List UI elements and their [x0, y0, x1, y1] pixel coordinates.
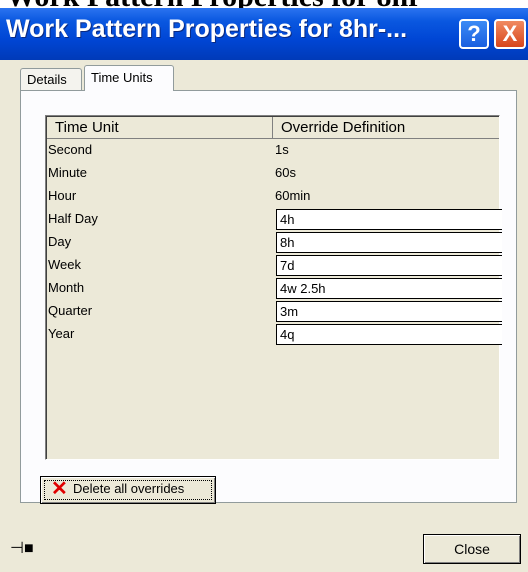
column-header-override-definition[interactable]: Override Definition [273, 117, 499, 139]
help-button[interactable]: ? [459, 19, 489, 49]
override-definition-field[interactable]: 4w 2.5h [276, 278, 502, 299]
override-definition-field[interactable]: 3m [276, 301, 502, 322]
table-row[interactable]: Hour 60min [47, 186, 499, 209]
override-definition-field[interactable]: 8h [276, 232, 502, 253]
time-unit-cell: Quarter [48, 303, 93, 318]
override-definition-cell: 60s [275, 165, 296, 180]
time-unit-cell: Second [48, 142, 93, 157]
table-row[interactable]: Quarter 3m [47, 301, 502, 324]
obscured-header-text: Work Pattern Properties for 8hr [0, 0, 528, 8]
table-row[interactable]: Day 8h [47, 232, 502, 255]
table-row[interactable]: Month 4w 2.5h [47, 278, 502, 301]
time-unit-cell: Year [48, 326, 75, 341]
override-definition-field[interactable]: 7d [276, 255, 502, 276]
table-row[interactable]: Minute 60s [47, 163, 499, 186]
close-button[interactable]: Close [423, 534, 521, 564]
time-units-grid: Time Unit Override Definition Second 1s Mi… [45, 115, 502, 460]
table-row[interactable]: Year 4q [47, 324, 502, 347]
tab-details[interactable]: Details [20, 68, 82, 90]
properties-dialog: Work Pattern Properties for 8hr-... ? X … [0, 8, 528, 572]
time-unit-cell: Hour [48, 188, 77, 203]
tab-time-units[interactable]: Time Units [84, 65, 174, 91]
column-header-time-unit[interactable]: Time Unit [47, 117, 273, 139]
table-row[interactable]: Half Day 4h [47, 209, 502, 232]
title-bar[interactable]: Work Pattern Properties for 8hr-... ? X [0, 8, 528, 60]
override-definition-field[interactable]: 4h [276, 209, 502, 230]
time-units-panel: Time Unit Override Definition Second 1s Mi… [20, 90, 517, 503]
red-x-icon: ✕ [51, 478, 68, 500]
pushpin-icon[interactable]: ⊣■ [10, 538, 34, 558]
time-unit-cell: Week [48, 257, 81, 272]
title-close-button[interactable]: X [494, 19, 526, 49]
delete-all-overrides-label: Delete all overrides [73, 481, 185, 496]
dialog-title: Work Pattern Properties for 8hr-... [6, 15, 408, 43]
time-unit-cell: Day [48, 234, 72, 249]
table-row[interactable]: Second 1s [47, 140, 499, 163]
time-unit-cell: Month [48, 280, 85, 295]
delete-all-overrides-button[interactable]: ✕ Delete all overrides [40, 476, 216, 504]
time-unit-cell: Minute [48, 165, 88, 180]
override-definition-cell: 60min [275, 188, 311, 203]
override-definition-field[interactable]: 4q [276, 324, 502, 345]
time-unit-cell: Half Day [48, 211, 98, 226]
table-row[interactable]: Week 7d [47, 255, 502, 278]
override-definition-cell: 1s [275, 142, 289, 157]
